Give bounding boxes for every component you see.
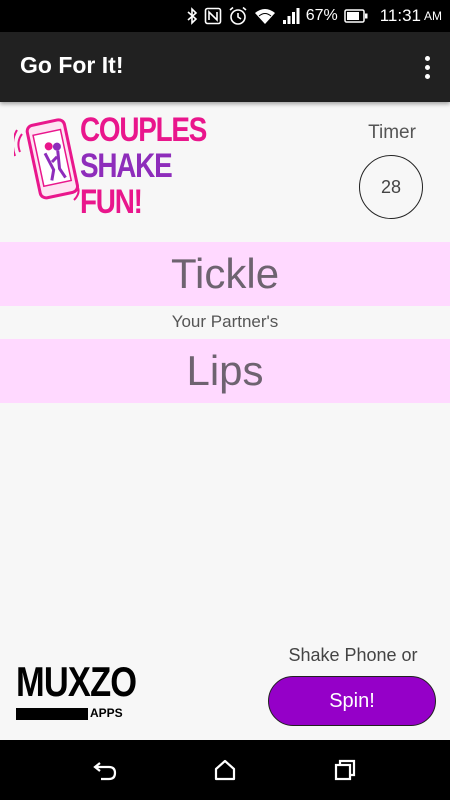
app-bar: Go For It!: [0, 32, 450, 102]
logo-line-2: SHAKE: [80, 147, 173, 185]
connector-text: Your Partner's: [171, 312, 279, 331]
muxzo-brand: MUXZO: [16, 658, 137, 705]
nfc-icon: [204, 7, 222, 25]
app-title: Go For It!: [20, 52, 124, 78]
status-icons: 67% 11:31 AM: [186, 0, 442, 32]
status-ampm: AM: [424, 9, 442, 23]
status-time: 11:31: [379, 6, 421, 25]
back-icon[interactable]: [90, 755, 120, 785]
logo-line-1: COUPLES: [80, 111, 207, 149]
alarm-icon: [228, 6, 248, 26]
home-icon[interactable]: [210, 755, 240, 785]
signal-icon: [282, 7, 300, 25]
phone-couple-icon: [14, 118, 80, 201]
muxzo-bar: [16, 708, 88, 720]
shake-hint: Shake Phone or: [288, 645, 418, 665]
status-bar: 67% 11:31 AM: [0, 0, 450, 32]
battery-percent: 67%: [305, 7, 338, 24]
logo-line-3: FUN!: [80, 183, 143, 221]
wifi-icon: [254, 7, 276, 25]
nav-bar: [0, 740, 450, 800]
battery-icon: [343, 9, 368, 23]
spin-button[interactable]: Spin!: [268, 676, 436, 726]
timer-label: Timer: [368, 122, 416, 143]
muxzo-apps-label: APPS: [90, 706, 123, 720]
timer-value: 28: [359, 155, 423, 219]
body-part-text: Lips: [0, 339, 450, 403]
overflow-menu-icon[interactable]: [414, 50, 440, 84]
action-text: Tickle: [0, 242, 450, 306]
muxzo-apps-logo: MUXZO APPS: [16, 660, 137, 726]
bluetooth-icon: [186, 7, 198, 25]
couples-shake-fun-logo: COUPLES SHAKE FUN!: [14, 112, 207, 220]
logo-text: COUPLES SHAKE FUN!: [80, 111, 207, 221]
recents-icon[interactable]: [330, 755, 360, 785]
